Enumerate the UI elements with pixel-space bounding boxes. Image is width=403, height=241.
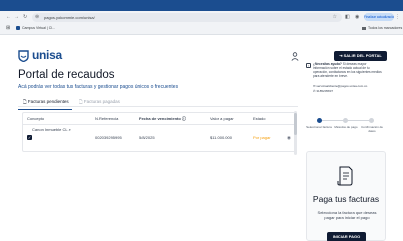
email-text: servicioalcliente@pagos.unisa.com.co: [316, 84, 368, 88]
apps-grid-icon[interactable]: ⊞: [6, 25, 10, 31]
step-3-label: Confirmación de datos: [361, 125, 383, 133]
extension-icon[interactable]: ◧: [345, 14, 350, 20]
logout-button[interactable]: ⇥ SALIR DEL PORTAL: [334, 51, 387, 61]
column-header-reference: N.Referencia: [95, 116, 119, 121]
status-badge: Por pagar: [253, 135, 271, 140]
table-scrollbar[interactable]: [294, 111, 297, 155]
forward-icon[interactable]: →: [14, 14, 19, 20]
start-payment-button[interactable]: INICIAR PAGO: [327, 232, 366, 241]
bookmark-favicon-icon: [16, 26, 20, 31]
site-info-icon[interactable]: ⊜: [35, 14, 39, 20]
bookmark-campus-virtual[interactable]: Campus Virtual | Cl...: [16, 26, 55, 31]
bookmark-label: Campus Virtual | Cl...: [22, 26, 55, 30]
phone-text: 3185205837: [316, 89, 334, 93]
search-icon[interactable]: ⌕: [69, 127, 71, 132]
folder-icon: [362, 26, 366, 30]
browser-menu-icon[interactable]: ⋮: [395, 14, 400, 20]
update-chrome-button[interactable]: Finalizar actualización: [364, 13, 394, 21]
step-1-label: Seleccionar factura: [306, 125, 332, 129]
user-icon[interactable]: [291, 52, 299, 61]
help-email[interactable]: ✉ servicioalcliente@pagos.unisa.com.co: [313, 84, 367, 88]
info-icon: !: [306, 63, 311, 68]
logo-text: unisa: [32, 48, 62, 62]
browser-toolbar: ← → ↻ ⊜ pagos.yokommie.com/unisa/ ☆ ◧ ◉ …: [0, 11, 403, 35]
pay-card-description: Selecciona la factura que deseas pagar p…: [317, 210, 377, 220]
tab-pending-invoices[interactable]: 🗋 Facturas pendientes: [18, 98, 72, 110]
scrollbar-thumb[interactable]: [294, 113, 297, 135]
tab-label: Facturas pendientes: [27, 99, 69, 104]
avatar-icon[interactable]: ◉: [355, 14, 359, 20]
table-cell-amount: $11.000.000: [210, 135, 232, 140]
bookmark-star-icon[interactable]: ☆: [333, 14, 337, 20]
invoices-table: Concepto N.Referencia Fecha de vencimien…: [22, 112, 297, 152]
step-1-indicator: [317, 118, 322, 123]
logout-label: SALIR DEL PORTAL: [343, 53, 382, 58]
help-info: ! ¿Necesitas ayuda? Si deseas mayor info…: [306, 62, 386, 98]
page-subtitle: Acá podrás ver todas tus facturas y gest…: [18, 84, 179, 90]
page-title: Portal de recaudos: [18, 69, 115, 81]
column-header-amount: Valor a pagar: [210, 116, 234, 121]
help-circle-icon: ⓘ: [181, 116, 186, 121]
row-select-checkbox[interactable]: ✓: [27, 135, 32, 140]
due-date-header-label: Fecha de vencimiento: [139, 116, 181, 121]
help-text: ¿Necesitas ayuda? Si deseas mayor inform…: [313, 62, 383, 78]
tab-label: Facturas pagadas: [83, 99, 120, 104]
tab-paid-invoices[interactable]: 🗋 Facturas pagadas: [79, 98, 120, 106]
step-3-indicator: [369, 118, 374, 123]
help-phone[interactable]: ✆ 3185205837: [313, 89, 333, 93]
all-bookmarks[interactable]: Todos los marcadores: [362, 26, 402, 30]
reload-icon[interactable]: ↻: [23, 14, 27, 20]
column-header-due-date: Fecha de vencimiento ⓘ: [139, 116, 186, 122]
invoice-document-icon: [337, 166, 353, 186]
all-bookmarks-label: Todos los marcadores: [368, 26, 403, 30]
table-cell-concept: Canon Inmueble CL ⌕: [32, 127, 71, 132]
step-2-label: Métodos de pago: [334, 125, 358, 129]
view-details-icon[interactable]: ◉: [287, 135, 291, 141]
table-cell-due-date: 5/8/2025: [139, 135, 155, 140]
url-text[interactable]: pagos.yokommie.com/unisa/: [44, 15, 95, 20]
column-header-status: Estado: [253, 116, 266, 121]
concept-text: Canon Inmueble CL: [32, 127, 68, 132]
shield-logo-icon: [18, 50, 29, 62]
address-bar[interactable]: ⊜ pagos.yokommie.com/unisa/ ☆: [32, 13, 342, 22]
pay-invoices-card: Paga tus facturas Selecciona la factura …: [306, 151, 386, 241]
pay-card-title: Paga tus facturas: [312, 194, 380, 204]
invoice-tabs: 🗋 Facturas pendientes 🗋 Facturas pagadas: [18, 97, 298, 110]
header-divider: [23, 124, 296, 125]
step-2-indicator: [343, 118, 348, 123]
table-cell-reference: 002039295995: [95, 135, 122, 140]
payment-steps: Seleccionar factura Métodos de pago Conf…: [306, 116, 386, 144]
back-icon[interactable]: ←: [6, 14, 11, 20]
column-header-concept: Concepto: [27, 116, 45, 121]
